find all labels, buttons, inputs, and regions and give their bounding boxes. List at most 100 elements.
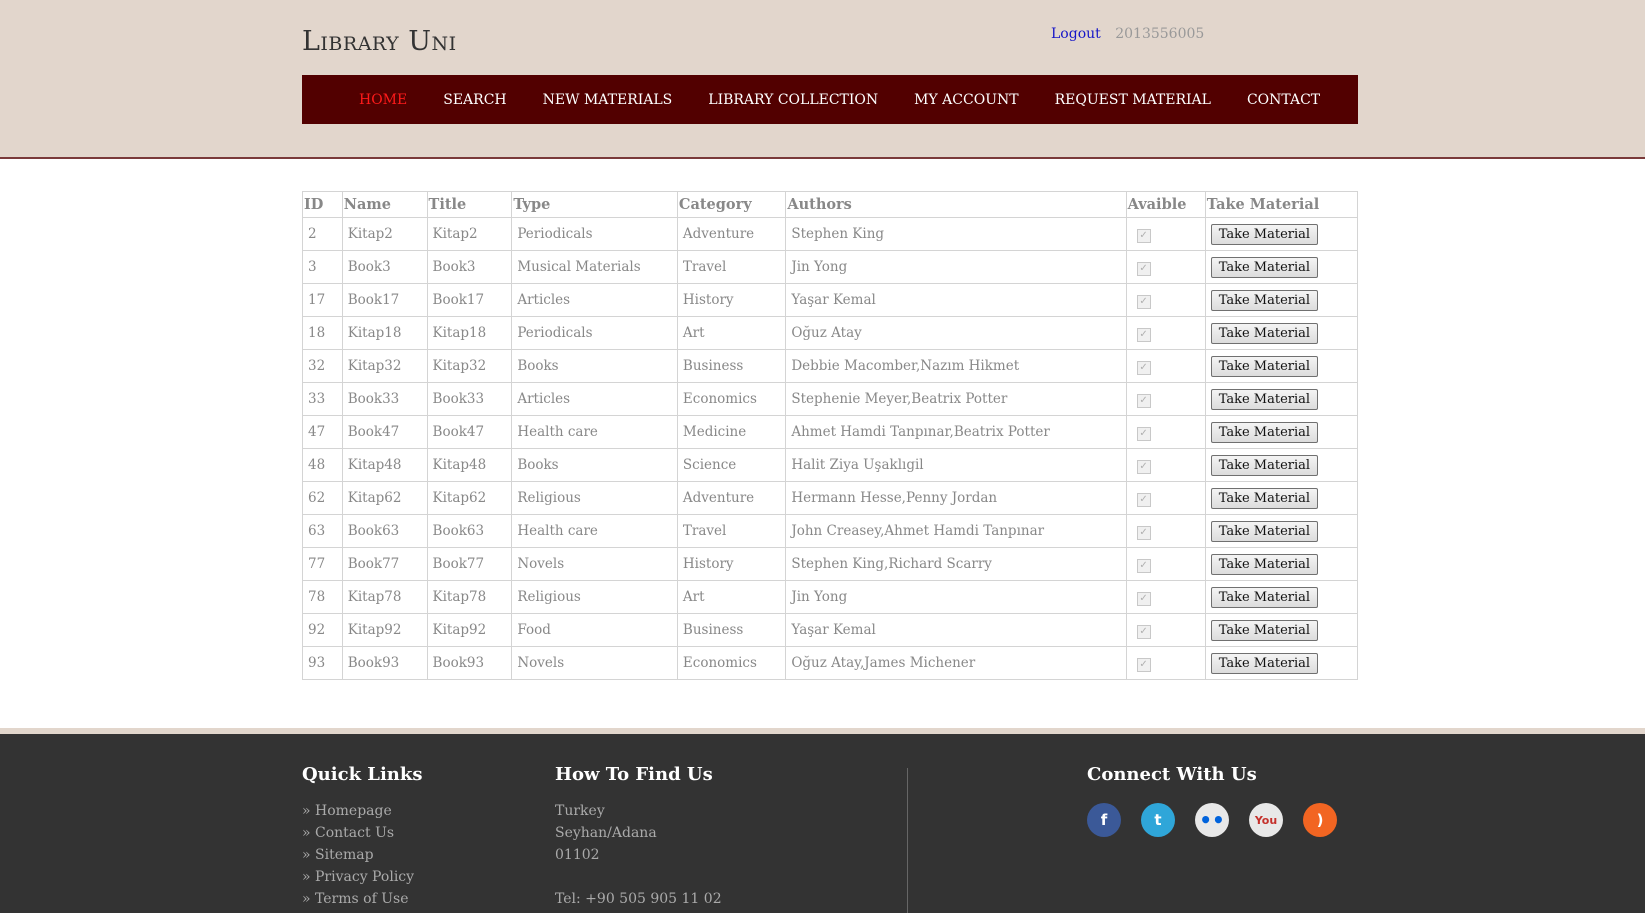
nav-item-contact[interactable]: CONTACT [1247, 92, 1320, 108]
cell-title: Kitap18 [426, 316, 513, 350]
quick-link[interactable]: » Privacy Policy [302, 869, 414, 885]
cell-title: Kitap2 [426, 217, 513, 251]
table-row: 18 Kitap18 Kitap18 Periodicals Art Oğuz Atay ✓… [302, 316, 1359, 350]
cell-category: History [676, 283, 787, 317]
available-checkbox[interactable]: ✓ [1136, 360, 1151, 375]
cell-type: Religious [511, 580, 678, 614]
table-row: 93 Book93 Book93 Novels Economics Oğuz Atay,J… [302, 646, 1359, 680]
quick-link[interactable]: » Terms of Use [302, 891, 408, 907]
cell-category: Adventure [676, 481, 787, 515]
flickr-icon[interactable]: •• [1195, 803, 1229, 837]
available-checkbox[interactable]: ✓ [1136, 558, 1151, 573]
cell-category: Travel [676, 514, 787, 548]
table-body: 2 Kitap2 Kitap2 Periodicals Adventure Stephen… [302, 217, 1359, 680]
materials-section: ID Name Title Type Category Authors Avaible Tak… [302, 191, 1359, 680]
cell-name: Kitap2 [341, 217, 428, 251]
quick-link[interactable]: » Contact Us [302, 825, 394, 841]
cell-category: History [676, 547, 787, 581]
cell-available: ✓ [1125, 547, 1206, 581]
available-checkbox[interactable]: ✓ [1136, 492, 1151, 507]
cell-authors: Stephen King [785, 217, 1127, 251]
cell-authors: John Creasey,Ahmet Hamdi Tanpınar [785, 514, 1127, 548]
cell-name: Book63 [341, 514, 428, 548]
column-header-name: Name [341, 191, 428, 218]
main-nav: HOME SEARCH NEW MATERIALS LIBRARY COLLECTIO… [302, 75, 1358, 124]
cell-id: 17 [302, 283, 343, 317]
take-material-button[interactable]: Take Material [1210, 421, 1319, 443]
address-line: Tel: +90 505 905 11 02 [555, 891, 722, 907]
cell-authors: Ahmet Hamdi Tanpınar,Beatrix Potter [785, 415, 1127, 449]
cell-type: Periodicals [511, 217, 678, 251]
take-material-button[interactable]: Take Material [1210, 553, 1319, 575]
available-checkbox[interactable]: ✓ [1136, 525, 1151, 540]
take-material-button[interactable]: Take Material [1210, 454, 1319, 476]
cell-title: Book3 [426, 250, 513, 284]
available-checkbox[interactable]: ✓ [1136, 591, 1151, 606]
table-row: 2 Kitap2 Kitap2 Periodicals Adventure Stephen… [302, 217, 1359, 251]
take-material-button[interactable]: Take Material [1210, 520, 1319, 542]
cell-name: Kitap78 [341, 580, 428, 614]
facebook-icon[interactable]: f [1087, 803, 1121, 837]
find-us-column: How To Find Us Turkey Seyhan/Adana 01102 T… [555, 764, 722, 910]
twitter-icon[interactable]: t [1141, 803, 1175, 837]
available-checkbox[interactable]: ✓ [1136, 393, 1151, 408]
column-header-title: Title [426, 191, 513, 218]
quick-link-item: » Terms of Use [302, 888, 423, 910]
nav-item-library-collection[interactable]: LIBRARY COLLECTION [708, 92, 878, 108]
cell-id: 63 [302, 514, 343, 548]
cell-name: Book77 [341, 547, 428, 581]
rss-icon[interactable]: ) [1303, 803, 1337, 837]
take-material-button[interactable]: Take Material [1210, 652, 1319, 674]
take-material-button[interactable]: Take Material [1210, 586, 1319, 608]
cell-title: Kitap92 [426, 613, 513, 647]
take-material-button[interactable]: Take Material [1210, 322, 1319, 344]
cell-take-material: Take Material [1204, 415, 1359, 449]
cell-take-material: Take Material [1204, 316, 1359, 350]
connect-title: Connect With Us [1087, 764, 1257, 785]
take-material-button[interactable]: Take Material [1210, 256, 1319, 278]
take-material-button[interactable]: Take Material [1210, 355, 1319, 377]
take-material-button[interactable]: Take Material [1210, 487, 1319, 509]
table-row: 17 Book17 Book17 Articles History Yaşar Kemal… [302, 283, 1359, 317]
nav-item-search[interactable]: SEARCH [443, 92, 506, 108]
cell-id: 92 [302, 613, 343, 647]
take-material-button[interactable]: Take Material [1210, 289, 1319, 311]
available-checkbox[interactable]: ✓ [1136, 228, 1151, 243]
connect-column: Connect With Us f t •• You) [1087, 764, 1337, 837]
available-checkbox[interactable]: ✓ [1136, 624, 1151, 639]
cell-id: 33 [302, 382, 343, 416]
cell-type: Health care [511, 514, 678, 548]
youtube-icon[interactable]: You [1249, 803, 1283, 837]
take-material-button[interactable]: Take Material [1210, 223, 1319, 245]
cell-type: Religious [511, 481, 678, 515]
cell-authors: Yaşar Kemal [785, 283, 1127, 317]
cell-id: 48 [302, 448, 343, 482]
nav-item-home[interactable]: HOME [359, 92, 407, 108]
cell-title: Kitap48 [426, 448, 513, 482]
available-checkbox[interactable]: ✓ [1136, 657, 1151, 672]
address-line: Seyhan/Adana [555, 825, 657, 841]
available-checkbox[interactable]: ✓ [1136, 327, 1151, 342]
available-checkbox[interactable]: ✓ [1136, 261, 1151, 276]
available-checkbox[interactable]: ✓ [1136, 426, 1151, 441]
site-logo[interactable]: Library Uni [302, 26, 457, 57]
address-line: 01102 [555, 847, 600, 863]
take-material-button[interactable]: Take Material [1210, 619, 1319, 641]
cell-name: Kitap32 [341, 349, 428, 383]
logout-link[interactable]: Logout [1051, 26, 1101, 42]
nav-item-request-material[interactable]: REQUEST MATERIAL [1055, 92, 1211, 108]
quick-links-column: Quick Links » Homepage » Contact Us » Site… [302, 764, 423, 910]
available-checkbox[interactable]: ✓ [1136, 459, 1151, 474]
quick-link[interactable]: » Homepage [302, 803, 392, 819]
cell-type: Periodicals [511, 316, 678, 350]
quick-link-item: » Sitemap [302, 844, 423, 866]
page-footer: Quick Links » Homepage » Contact Us » Site… [0, 734, 1645, 913]
nav-item-my-account[interactable]: MY ACCOUNT [914, 92, 1018, 108]
nav-item-new-materials[interactable]: NEW MATERIALS [543, 92, 673, 108]
take-material-button[interactable]: Take Material [1210, 388, 1319, 410]
available-checkbox[interactable]: ✓ [1136, 294, 1151, 309]
cell-available: ✓ [1125, 316, 1206, 350]
quick-link[interactable]: » Sitemap [302, 847, 374, 863]
table-header-row: ID Name Title Type Category Authors Avaible Tak… [302, 191, 1359, 218]
cell-category: Science [676, 448, 787, 482]
